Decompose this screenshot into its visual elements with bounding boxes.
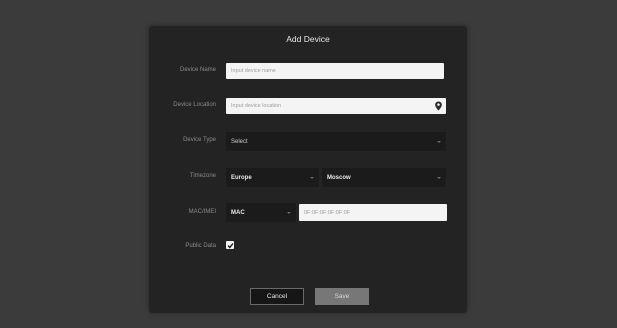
mac-imei-type-value: MAC [231,209,245,216]
mac-imei-type-select[interactable]: MAC [226,203,296,222]
timezone-city-value: Moscow [327,174,351,181]
device-type-value: Select [231,138,248,145]
map-pin-icon[interactable] [434,101,443,111]
device-name-input[interactable]: Input device name [226,63,444,79]
timezone-city-select[interactable]: Moscow [322,168,446,187]
timezone-label: Timezone [189,173,216,179]
cancel-button[interactable]: Cancel [250,288,304,305]
device-location-input[interactable]: Input device location [226,98,446,114]
device-location-label: Device Location [173,102,216,108]
chevron-down-icon [437,176,441,179]
chevron-down-icon [437,140,441,143]
checkmark-icon [227,242,233,248]
device-type-label: Device Type [183,137,216,143]
device-name-label: Device Name [179,67,216,73]
device-name-placeholder: Input device name [231,68,276,74]
mac-address-placeholder: 0F:0F:0F:0F:0F:0F [304,209,351,216]
timezone-region-select[interactable]: Europe [226,168,319,187]
add-device-dialog: Add Device Device Name Input device name… [149,26,467,313]
timezone-region-value: Europe [231,174,252,181]
mac-address-input[interactable]: 0F:0F:0F:0F:0F:0F [299,204,447,221]
public-data-checkbox[interactable] [226,241,234,249]
chevron-down-icon [287,211,291,214]
chevron-down-icon [310,176,314,179]
dialog-title: Add Device [286,34,330,44]
save-button[interactable]: Save [315,288,369,305]
device-type-select[interactable]: Select [226,132,446,151]
public-data-label: Public Data [185,243,216,249]
mac-imei-label: MAC/IMEI [188,209,216,215]
device-location-placeholder: Input device location [231,103,282,109]
